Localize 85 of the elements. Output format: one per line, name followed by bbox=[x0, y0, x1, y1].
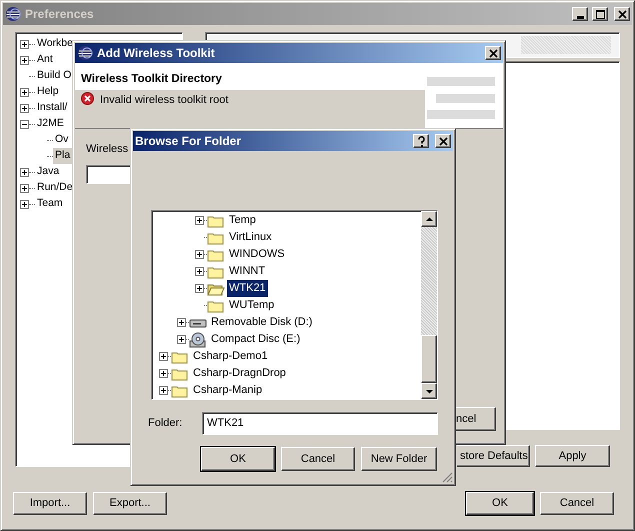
cancel-button[interactable]: Cancel bbox=[281, 447, 355, 471]
tree-item[interactable]: Java bbox=[35, 164, 62, 180]
cancel-button[interactable]: ncel bbox=[454, 407, 496, 431]
expand-icon[interactable] bbox=[195, 267, 204, 276]
app-icon bbox=[5, 6, 21, 22]
tree-item[interactable]: WUTemp bbox=[227, 297, 276, 314]
expand-icon[interactable] bbox=[177, 335, 186, 344]
folder-icon bbox=[171, 366, 189, 380]
folder-icon bbox=[207, 214, 225, 228]
expand-icon[interactable] bbox=[20, 56, 29, 64]
tree-item[interactable]: Csharp-DragnDrop bbox=[191, 365, 288, 382]
tree-item[interactable]: Csharp-Demo1 bbox=[191, 348, 270, 365]
collapse-icon[interactable] bbox=[20, 120, 29, 128]
tree-item[interactable]: Help bbox=[35, 84, 61, 100]
new-folder-button[interactable]: New Folder bbox=[361, 447, 437, 471]
expand-icon[interactable] bbox=[159, 352, 168, 361]
folder-icon bbox=[207, 248, 225, 262]
error-icon bbox=[81, 92, 94, 105]
expand-icon[interactable] bbox=[159, 386, 168, 395]
expand-icon[interactable] bbox=[20, 168, 29, 176]
tree-item[interactable]: Workbe bbox=[35, 36, 75, 52]
tree-item[interactable]: Temp bbox=[227, 212, 258, 229]
tree-item[interactable]: Compact Disc (E:) bbox=[209, 331, 302, 348]
minimize-icon bbox=[576, 16, 584, 18]
tree-item[interactable]: Removable Disk (D:) bbox=[209, 314, 314, 331]
button[interactable]: Import... bbox=[13, 492, 87, 515]
expand-icon[interactable] bbox=[20, 200, 29, 208]
tree-item[interactable]: WINDOWS bbox=[227, 246, 287, 263]
expand-icon[interactable] bbox=[195, 216, 204, 225]
max-button[interactable] bbox=[592, 7, 608, 21]
scroll-up-button[interactable] bbox=[421, 211, 437, 227]
expand-icon[interactable] bbox=[20, 88, 29, 96]
folder-icon bbox=[171, 350, 189, 364]
resize-grip-icon bbox=[441, 471, 453, 483]
expand-icon[interactable] bbox=[159, 369, 168, 378]
tree-item[interactable]: WINNT bbox=[227, 263, 268, 280]
scroll-down-button[interactable] bbox=[421, 383, 437, 399]
folder-icon bbox=[207, 230, 225, 244]
apply-button[interactable]: Apply bbox=[535, 445, 610, 467]
tree-item[interactable]: Ant bbox=[35, 52, 55, 68]
min-button[interactable] bbox=[572, 7, 588, 21]
folder-icon bbox=[207, 298, 225, 312]
tree-item[interactable]: Csharp-Manip bbox=[191, 382, 264, 399]
ok-button[interactable]: OK bbox=[201, 447, 275, 471]
close-button[interactable] bbox=[485, 46, 501, 60]
field-label: Wireless bbox=[86, 142, 128, 157]
field-label: Folder: bbox=[148, 416, 184, 432]
restore-defaults-button[interactable]: store Defaults bbox=[457, 445, 530, 467]
scrollbar[interactable] bbox=[421, 211, 437, 399]
tree-item[interactable]: WTK21 bbox=[227, 280, 268, 297]
folder-icon bbox=[171, 384, 189, 398]
text-field[interactable] bbox=[86, 164, 130, 184]
button[interactable]: Export... bbox=[93, 492, 167, 515]
disc-icon bbox=[189, 332, 207, 348]
window-title: Preferences bbox=[25, 6, 95, 23]
tree-item[interactable]: Install/ bbox=[35, 100, 70, 116]
tree-item[interactable]: Ov bbox=[53, 132, 70, 148]
expand-icon[interactable] bbox=[177, 318, 186, 327]
close-button[interactable] bbox=[435, 134, 451, 148]
folder-icon bbox=[207, 264, 225, 278]
tree-item[interactable]: Run/De bbox=[35, 180, 75, 196]
ok-button[interactable]: OK bbox=[466, 492, 534, 515]
tree-item[interactable]: J2ME bbox=[35, 116, 66, 132]
tree-item[interactable]: VirtLinux bbox=[227, 229, 274, 246]
expand-icon[interactable] bbox=[20, 104, 29, 112]
app-icon bbox=[77, 45, 93, 61]
expand-icon[interactable] bbox=[20, 184, 29, 192]
help-button[interactable] bbox=[413, 134, 429, 148]
dialog-title: Add Wireless Toolkit bbox=[97, 45, 216, 62]
dialog-title: Browse For Folder bbox=[135, 133, 242, 150]
maximize-icon bbox=[593, 8, 607, 20]
tree-item[interactable]: Team bbox=[35, 196, 65, 212]
folder-field[interactable]: WTK21 bbox=[202, 412, 438, 435]
header-title: Wireless Toolkit Directory bbox=[80, 72, 223, 87]
error-message: Invalid wireless toolkit root bbox=[100, 93, 228, 108]
expand-icon[interactable] bbox=[20, 40, 29, 48]
close-button[interactable] bbox=[614, 7, 630, 21]
expand-icon[interactable] bbox=[195, 284, 204, 293]
tree-item[interactable]: Pla bbox=[53, 148, 72, 164]
open-folder-icon bbox=[207, 282, 225, 296]
scroll-thumb[interactable] bbox=[421, 335, 437, 383]
expand-icon[interactable] bbox=[195, 250, 204, 259]
banner-graphic bbox=[427, 77, 497, 122]
tree-item[interactable]: Build O bbox=[35, 68, 74, 84]
cancel-button[interactable]: Cancel bbox=[540, 492, 614, 515]
